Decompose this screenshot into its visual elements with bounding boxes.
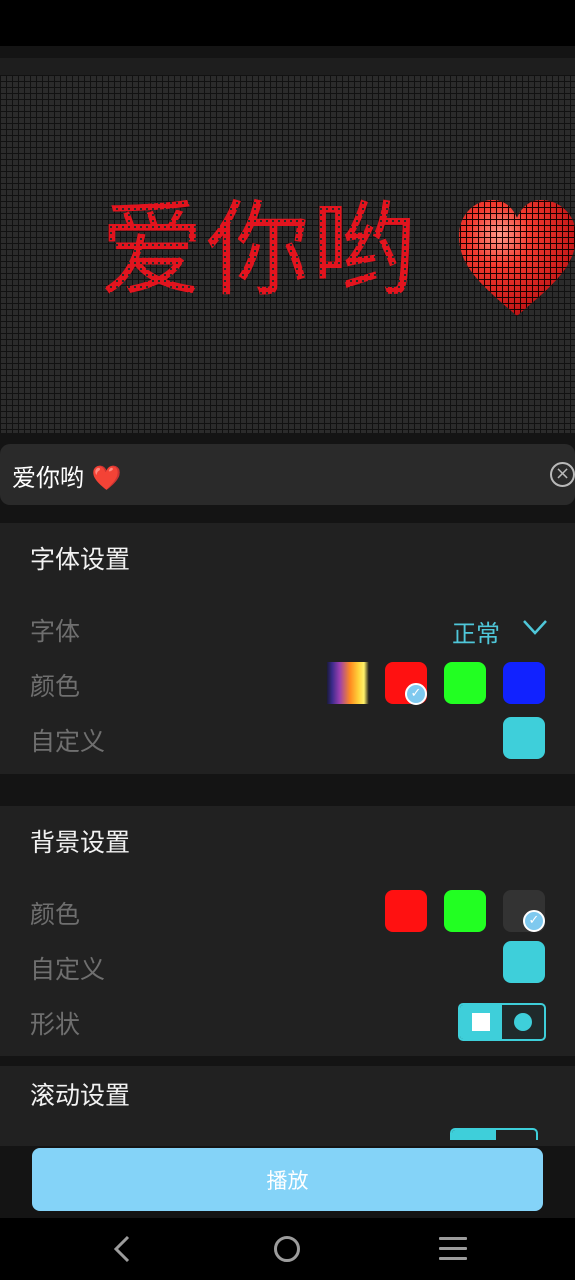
font-color-label: 颜色: [30, 672, 81, 701]
check-icon: ✓: [405, 683, 427, 705]
heart-icon: [459, 200, 575, 316]
back-icon[interactable]: [108, 1233, 136, 1265]
font-color-swatch-green[interactable]: [444, 662, 486, 704]
background-custom-color-swatch[interactable]: [503, 941, 545, 983]
status-bar: [0, 0, 575, 46]
led-text-input[interactable]: [12, 456, 532, 494]
home-icon[interactable]: [274, 1236, 300, 1262]
font-color-swatch-gradient[interactable]: [327, 662, 369, 704]
clear-icon[interactable]: ×: [550, 462, 575, 487]
shape-toggle: [458, 1003, 546, 1041]
font-custom-color-swatch[interactable]: [503, 717, 545, 759]
font-dropdown-value[interactable]: 正常: [452, 614, 500, 649]
background-settings-title: 背景设置: [30, 828, 131, 857]
font-label: 字体: [30, 617, 81, 646]
font-custom-label: 自定义: [30, 727, 106, 756]
font-color-swatch-blue[interactable]: [503, 662, 545, 704]
background-color-swatch-red[interactable]: [385, 890, 427, 932]
square-shape-icon[interactable]: [460, 1005, 502, 1039]
font-settings-title: 字体设置: [30, 545, 131, 574]
background-color-swatch-green[interactable]: [444, 890, 486, 932]
menu-icon[interactable]: [439, 1237, 467, 1261]
text-input-row: [0, 444, 575, 505]
scroll-settings-title: 滚动设置: [30, 1081, 131, 1110]
circle-shape-icon[interactable]: [502, 1005, 544, 1039]
play-button[interactable]: 播放: [32, 1148, 543, 1211]
check-icon: ✓: [523, 910, 545, 932]
led-preview-text: 爱你哟: [100, 189, 419, 311]
background-custom-label: 自定义: [30, 955, 106, 984]
background-color-label: 颜色: [30, 900, 81, 929]
shape-label: 形状: [30, 1010, 81, 1039]
scroll-direction-toggle[interactable]: [450, 1128, 538, 1140]
preview-top-band: [0, 58, 575, 75]
chevron-down-icon[interactable]: [522, 614, 548, 640]
